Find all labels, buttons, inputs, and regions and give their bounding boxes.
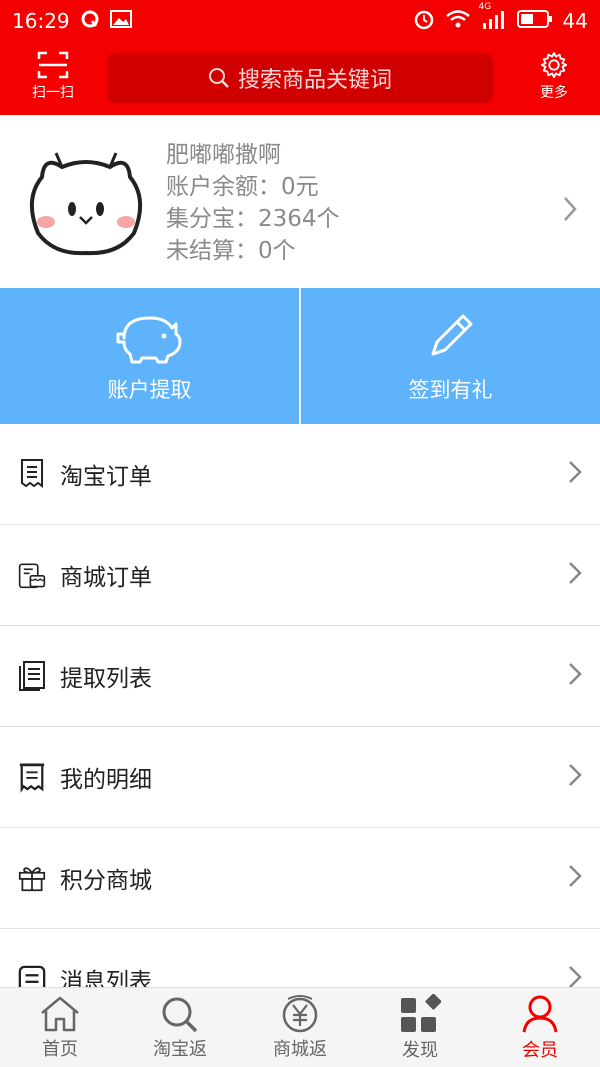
avatar[interactable] — [22, 147, 150, 259]
menu-item-label: 商城订单 — [60, 565, 152, 591]
tab-member[interactable]: 会员 — [480, 988, 600, 1067]
menu-item-taobao-orders[interactable]: 淘宝订单 — [0, 424, 600, 525]
network-type: 4G — [478, 1, 492, 12]
signal-icon: 4G — [479, 2, 507, 35]
checkin-button[interactable]: 签到有礼 — [301, 288, 600, 424]
scroll-icon — [18, 761, 46, 793]
profile-card[interactable]: 肥嘟嘟撒啊 账户余额：0元 集分宝：2364个 未结算：0个 — [0, 115, 600, 288]
menu-item-label: 积分商城 — [60, 868, 152, 894]
scan-icon — [37, 51, 69, 79]
search-icon — [208, 68, 229, 88]
chevron-right-icon — [568, 460, 582, 488]
piggy-bank-icon — [116, 316, 181, 364]
menu-item-message-list[interactable]: 消息列表 — [0, 929, 600, 987]
search-placeholder: 搜索商品关键词 — [237, 68, 392, 93]
tab-taobao-rebate[interactable]: 淘宝返 — [120, 988, 240, 1067]
document-list-icon — [18, 660, 46, 692]
profile-pending: 未结算：0个 — [166, 238, 296, 264]
tab-label: 发现 — [402, 1039, 438, 1061]
receipt-icon — [18, 458, 46, 490]
tab-label: 首页 — [42, 1038, 78, 1060]
pencil-icon — [431, 314, 472, 356]
withdraw-button[interactable]: 账户提取 — [0, 288, 299, 424]
menu-item-my-details[interactable]: 我的明细 — [0, 727, 600, 828]
chevron-right-icon — [568, 763, 582, 791]
profile-balance: 账户余额：0元 — [166, 174, 319, 200]
more-label: 更多 — [540, 85, 568, 101]
menu-item-label: 淘宝订单 — [60, 464, 152, 490]
profile-name: 肥嘟嘟撒啊 — [166, 142, 281, 168]
gear-icon — [540, 51, 568, 79]
battery-icon — [516, 9, 553, 34]
shop-order-icon — [18, 559, 46, 591]
scan-label: 扫一扫 — [32, 85, 74, 101]
search-icon — [162, 997, 198, 1032]
menu-item-label: 消息列表 — [60, 969, 152, 987]
menu-item-points-mall[interactable]: 积分商城 — [0, 828, 600, 929]
image-icon — [109, 9, 132, 33]
chevron-right-icon — [568, 864, 582, 892]
gift-icon — [18, 862, 46, 894]
coin-icon — [282, 994, 318, 1032]
menu-item-withdraw-list[interactable]: 提取列表 — [0, 626, 600, 727]
tab-label: 会员 — [522, 1039, 558, 1061]
status-time: 16:29 — [12, 9, 70, 33]
chevron-right-icon — [568, 662, 582, 690]
notification-icon — [80, 9, 100, 34]
alarm-icon — [413, 8, 435, 35]
tab-mall-rebate[interactable]: 商城返 — [240, 988, 360, 1067]
tab-discover[interactable]: 发现 — [360, 988, 480, 1067]
top-bar: 扫一扫 搜索商品关键词 更多 — [0, 42, 600, 115]
scan-button[interactable]: 扫一扫 — [18, 50, 88, 102]
search-bar[interactable]: 搜索商品关键词 — [107, 53, 493, 103]
menu-list: 淘宝订单 商城订单 提取列表 我的明细 积分商城 消息列表 — [0, 424, 600, 987]
tab-label: 淘宝返 — [153, 1038, 207, 1060]
bottom-tab-bar: 首页 淘宝返 商城返 发现 会员 — [0, 987, 600, 1067]
menu-item-mall-orders[interactable]: 商城订单 — [0, 525, 600, 626]
chevron-right-icon — [568, 561, 582, 589]
quick-actions: 账户提取 签到有礼 — [0, 288, 600, 424]
user-icon — [522, 995, 558, 1032]
menu-item-label: 我的明细 — [60, 767, 152, 793]
menu-item-label: 提取列表 — [60, 666, 152, 692]
chevron-right-icon — [568, 965, 582, 987]
tab-label: 商城返 — [273, 1038, 327, 1060]
tab-home[interactable]: 首页 — [0, 988, 120, 1067]
status-bar: 16:29 4G 44 — [0, 0, 600, 42]
home-icon — [41, 996, 79, 1031]
wifi-icon — [445, 9, 471, 34]
chevron-right-icon — [562, 195, 578, 227]
profile-points: 集分宝：2364个 — [166, 206, 340, 232]
apps-grid-icon — [401, 993, 441, 1032]
checkin-label: 签到有礼 — [408, 378, 493, 402]
withdraw-label: 账户提取 — [107, 378, 192, 402]
battery-level: 44 — [562, 9, 588, 33]
more-button[interactable]: 更多 — [526, 50, 582, 102]
message-list-icon — [18, 963, 46, 987]
